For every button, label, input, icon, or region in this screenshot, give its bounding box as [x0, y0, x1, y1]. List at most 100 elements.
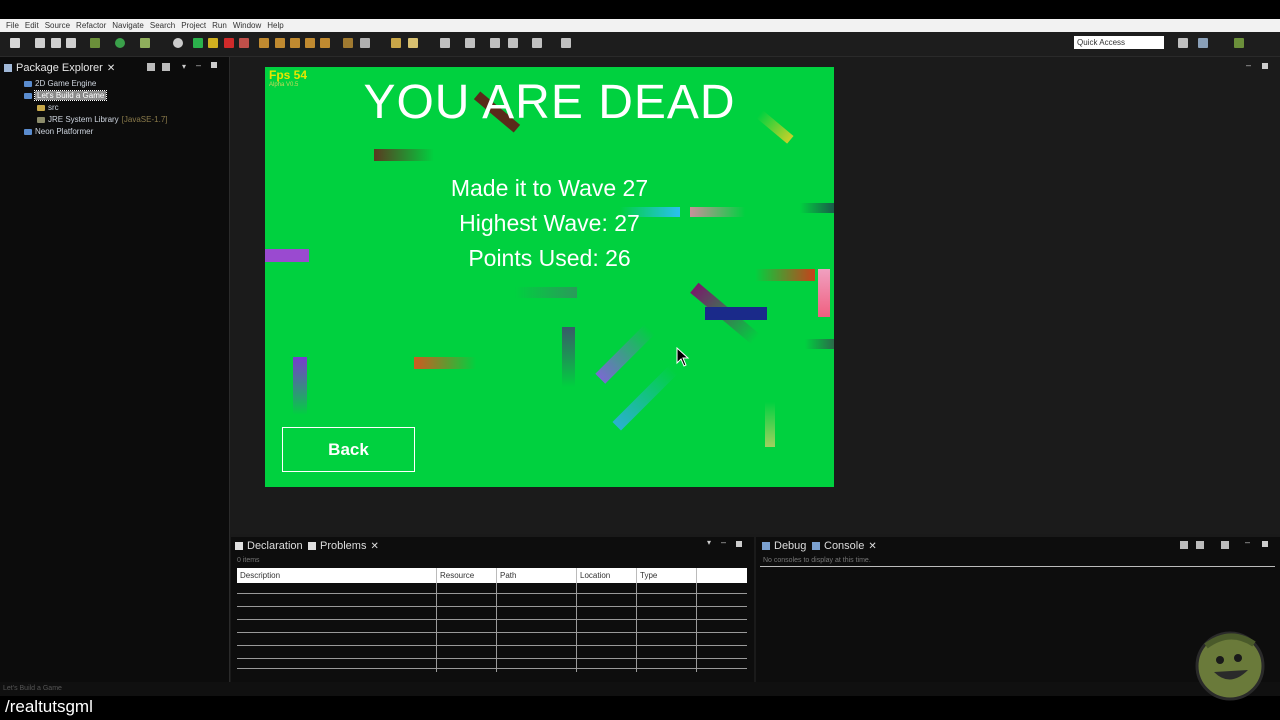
- minimize-icon[interactable]: –: [1245, 537, 1250, 547]
- last-edit-icon[interactable]: [490, 38, 500, 48]
- new-icon[interactable]: [10, 38, 20, 48]
- save-icon[interactable]: [35, 38, 45, 48]
- particle-trail: [705, 307, 767, 320]
- project-folder-icon: [24, 92, 32, 99]
- problems-icon: [308, 542, 316, 550]
- column-description[interactable]: Description: [237, 568, 437, 583]
- table-row: [237, 619, 747, 620]
- menu-run[interactable]: Run: [212, 21, 227, 30]
- run-icon[interactable]: [115, 38, 125, 48]
- maximize-icon[interactable]: [211, 62, 217, 68]
- package-folder-icon: [37, 104, 45, 111]
- tab-label: Declaration: [247, 540, 303, 552]
- menu-help[interactable]: Help: [267, 21, 283, 30]
- resume-icon[interactable]: [193, 38, 203, 48]
- collapse-all-icon[interactable]: [147, 63, 155, 71]
- tree-item-neon-platformer[interactable]: Neon Platformer: [24, 127, 93, 136]
- open-perspective-icon[interactable]: [1178, 38, 1188, 48]
- view-menu-icon[interactable]: ▾: [182, 62, 186, 71]
- maximize-icon[interactable]: [736, 541, 742, 547]
- quick-access-input[interactable]: Quick Access: [1074, 36, 1164, 49]
- game-canvas[interactable]: Fps 54 Alpha V0.5 YOU ARE DEAD Made it t…: [265, 67, 834, 487]
- link-editor-icon[interactable]: [162, 63, 170, 71]
- tab-debug[interactable]: Debug: [762, 540, 806, 552]
- close-icon[interactable]: ✕: [107, 63, 115, 74]
- print-icon[interactable]: [66, 38, 76, 48]
- column-type[interactable]: Type: [637, 568, 697, 583]
- highest-wave-text: Highest Wave: 27: [459, 210, 640, 236]
- save-all-icon[interactable]: [51, 38, 61, 48]
- tab-problems[interactable]: Problems ✕: [308, 540, 379, 552]
- menu-navigate[interactable]: Navigate: [112, 21, 144, 30]
- menu-refactor[interactable]: Refactor: [76, 21, 106, 30]
- particle-trail: [595, 324, 655, 384]
- editor-maximize-icon[interactable]: [1262, 63, 1268, 69]
- open-console-icon[interactable]: [1180, 541, 1188, 549]
- use-step-filters-icon[interactable]: [320, 38, 330, 48]
- column-resource[interactable]: Resource: [437, 568, 497, 583]
- menu-project[interactable]: Project: [181, 21, 206, 30]
- debug-tool-icon[interactable]: [90, 38, 100, 48]
- column-location[interactable]: Location: [577, 568, 637, 583]
- view-menu-icon[interactable]: ▾: [707, 538, 711, 547]
- back-nav-icon[interactable]: [508, 38, 518, 48]
- project-folder-icon: [24, 128, 32, 135]
- table-header: Description Resource Path Location Type: [237, 568, 747, 583]
- console-divider: [760, 566, 1275, 567]
- particle-trail: [612, 365, 678, 431]
- menu-source[interactable]: Source: [45, 21, 70, 30]
- step-into-icon[interactable]: [259, 38, 269, 48]
- disconnect-icon[interactable]: [239, 38, 249, 48]
- column-path[interactable]: Path: [497, 568, 577, 583]
- tree-item-2d-game-engine[interactable]: 2D Game Engine: [24, 79, 96, 88]
- pin-console-icon[interactable]: [1221, 541, 1229, 549]
- package-explorer-tab[interactable]: Package Explorer ✕: [4, 60, 115, 76]
- minimize-icon[interactable]: –: [721, 537, 726, 547]
- close-icon[interactable]: ✕: [868, 541, 876, 552]
- editor-minimize-icon[interactable]: –: [1246, 60, 1251, 70]
- tree-item-src[interactable]: src: [37, 103, 59, 112]
- tab-console[interactable]: Console ✕: [812, 540, 877, 552]
- column-divider: [436, 583, 437, 672]
- table-row: [237, 593, 747, 594]
- drop-to-frame-icon[interactable]: [305, 38, 315, 48]
- search-tool-icon[interactable]: [408, 38, 418, 48]
- table-row: [237, 645, 747, 646]
- suspend-icon[interactable]: [208, 38, 218, 48]
- menu-edit[interactable]: Edit: [25, 21, 39, 30]
- display-console-icon[interactable]: [1196, 541, 1204, 549]
- tree-item-jre-system-library[interactable]: JRE System Library [JavaSE-1.7]: [37, 115, 168, 124]
- minimize-icon[interactable]: –: [196, 60, 201, 70]
- new-java-project-icon[interactable]: [343, 38, 353, 48]
- open-type-icon[interactable]: [360, 38, 370, 48]
- skip-breakpoints-icon[interactable]: [173, 38, 183, 48]
- step-return-icon[interactable]: [290, 38, 300, 48]
- tree-item-lets-build-a-game[interactable]: Let's Build a Game: [24, 90, 108, 101]
- menu-file[interactable]: File: [6, 21, 19, 30]
- particle-trail: [414, 357, 476, 369]
- tab-declaration[interactable]: Declaration: [235, 540, 303, 552]
- game-over-title: YOU ARE DEAD: [363, 76, 736, 129]
- annotation-prev-icon[interactable]: [465, 38, 475, 48]
- tab-label: Console: [824, 540, 865, 552]
- debug-icon: [762, 542, 770, 550]
- debug-perspective-icon[interactable]: [1234, 38, 1244, 48]
- external-tools-icon[interactable]: [140, 38, 150, 48]
- maximize-icon[interactable]: [1262, 541, 1268, 547]
- back-button[interactable]: Back: [282, 427, 415, 472]
- step-over-icon[interactable]: [275, 38, 285, 48]
- menu-search[interactable]: Search: [150, 21, 175, 30]
- column-divider: [576, 583, 577, 672]
- open-task-icon[interactable]: [391, 38, 401, 48]
- column-divider: [696, 583, 697, 672]
- close-icon[interactable]: ✕: [370, 541, 378, 552]
- particle-trail: [805, 339, 834, 349]
- java-perspective-icon[interactable]: [1198, 38, 1208, 48]
- library-icon: [37, 116, 45, 123]
- points-used-text: Points Used: 26: [468, 245, 631, 271]
- terminate-icon[interactable]: [224, 38, 234, 48]
- forward-nav-icon[interactable]: [532, 38, 542, 48]
- annotation-next-icon[interactable]: [440, 38, 450, 48]
- menu-window[interactable]: Window: [233, 21, 261, 30]
- pin-editor-icon[interactable]: [561, 38, 571, 48]
